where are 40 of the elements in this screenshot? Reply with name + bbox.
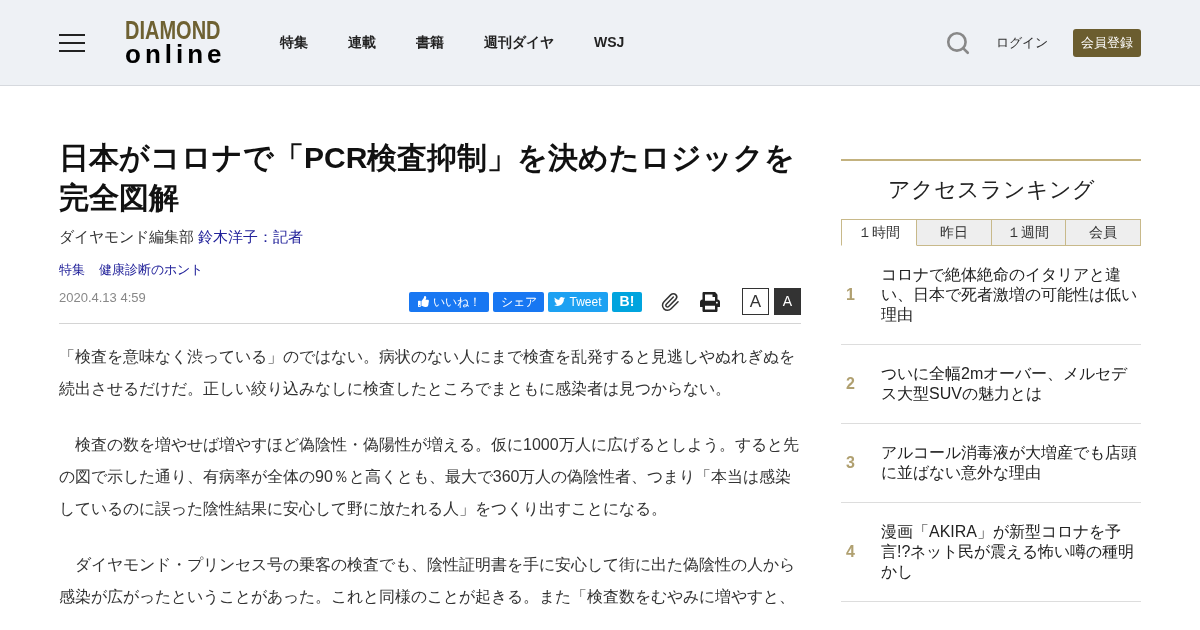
font-size-button[interactable]: A — [774, 288, 801, 315]
article-title: 日本がコロナで「PCR検査抑制」を決めたロジックを完全図解 — [59, 140, 797, 216]
site-logo[interactable]: DIAMOND online — [125, 18, 225, 67]
byline: ダイヤモンド編集部 鈴木洋子：記者 — [59, 227, 305, 247]
thumbs-up-icon — [417, 296, 429, 307]
tag-link[interactable]: 健康診断のホント — [99, 260, 203, 280]
font-size-button[interactable]: A — [742, 288, 769, 315]
bird-icon — [554, 296, 566, 307]
search-icon[interactable] — [945, 29, 971, 56]
nav-link[interactable]: 書籍 — [416, 32, 444, 53]
print-icon[interactable] — [700, 291, 720, 312]
nav-link[interactable]: 週刊ダイヤ — [484, 32, 554, 53]
ranking-tab[interactable]: １週間 — [991, 219, 1067, 246]
rank-number: 3 — [846, 454, 855, 471]
rank-number: 2 — [846, 375, 855, 392]
register-button[interactable]: 会員登録 — [1073, 28, 1141, 57]
ranking-heading: アクセスランキング — [886, 176, 1096, 204]
article-paragraph: ダイヤモンド・プリンセス号の乗客の検査でも、陰性証明書を手に安心して街に出た偽陰性の人から感染が広がったということがあった。これと同様のことが起きる。また「検査数をむやみに増やすと、 — [59, 555, 796, 607]
ranking-tab[interactable]: 昨日 — [916, 219, 992, 246]
article-paragraph: 「検査を意味なく渋っている」のではない。病状のない人にまで検査を乱発すると見逃しやぬれぎぬを続出させるだけだ。正しい絞り込みなしに検査したところでまともに感染者は見つからない。 — [59, 347, 796, 399]
tag-link[interactable]: 特集 — [59, 260, 85, 280]
ranking-title-link[interactable]: コロナで絶体絶命のイタリアと違い、日本で死者激増の可能性は低い理由 — [881, 265, 1141, 325]
ranking-tab[interactable]: １時間 — [841, 219, 917, 246]
share-button[interactable]: いいね！ — [409, 291, 489, 312]
publish-date: 2020.4.13 4:59 — [59, 289, 146, 307]
login-link[interactable]: ログイン — [996, 32, 1048, 53]
menu-icon[interactable] — [59, 33, 85, 52]
ranking-title-link[interactable]: ついに全幅2mオーバー、メルセデス大型SUVの魅力とは — [881, 364, 1141, 404]
article-paragraph: 検査の数を増やせば増やすほど偽陰性・偽陽性が増える。仮に1000万人に広げるとしよう。すると先の図で示した通り、有病率が全体の90％と高くとも、最大で360万人の偽陰性者、つまり「本当は感染しているのに誤った陰性結果に安心して野に放たれる人」をつくり出すことになる。 — [59, 435, 800, 519]
nav-link[interactable]: 連載 — [348, 32, 376, 53]
ranking-title-link[interactable]: 漫画「AKIRA」が新型コロナを予言!?ネット民が震える怖い噂の種明かし — [881, 522, 1141, 582]
ranking-title-link[interactable]: アルコール消毒液が大増産でも店頭に並ばない意外な理由 — [881, 443, 1141, 483]
rank-number: 1 — [846, 286, 855, 303]
nav-link[interactable]: 特集 — [280, 32, 308, 53]
share-button[interactable]: シェア — [493, 291, 544, 312]
ranking-tab[interactable]: 会員 — [1066, 219, 1141, 246]
nav-link[interactable]: WSJ — [594, 32, 625, 53]
author-link[interactable]: 鈴木洋子：記者 — [198, 228, 304, 245]
rank-number: 4 — [846, 543, 855, 560]
paperclip-icon[interactable] — [660, 291, 680, 312]
